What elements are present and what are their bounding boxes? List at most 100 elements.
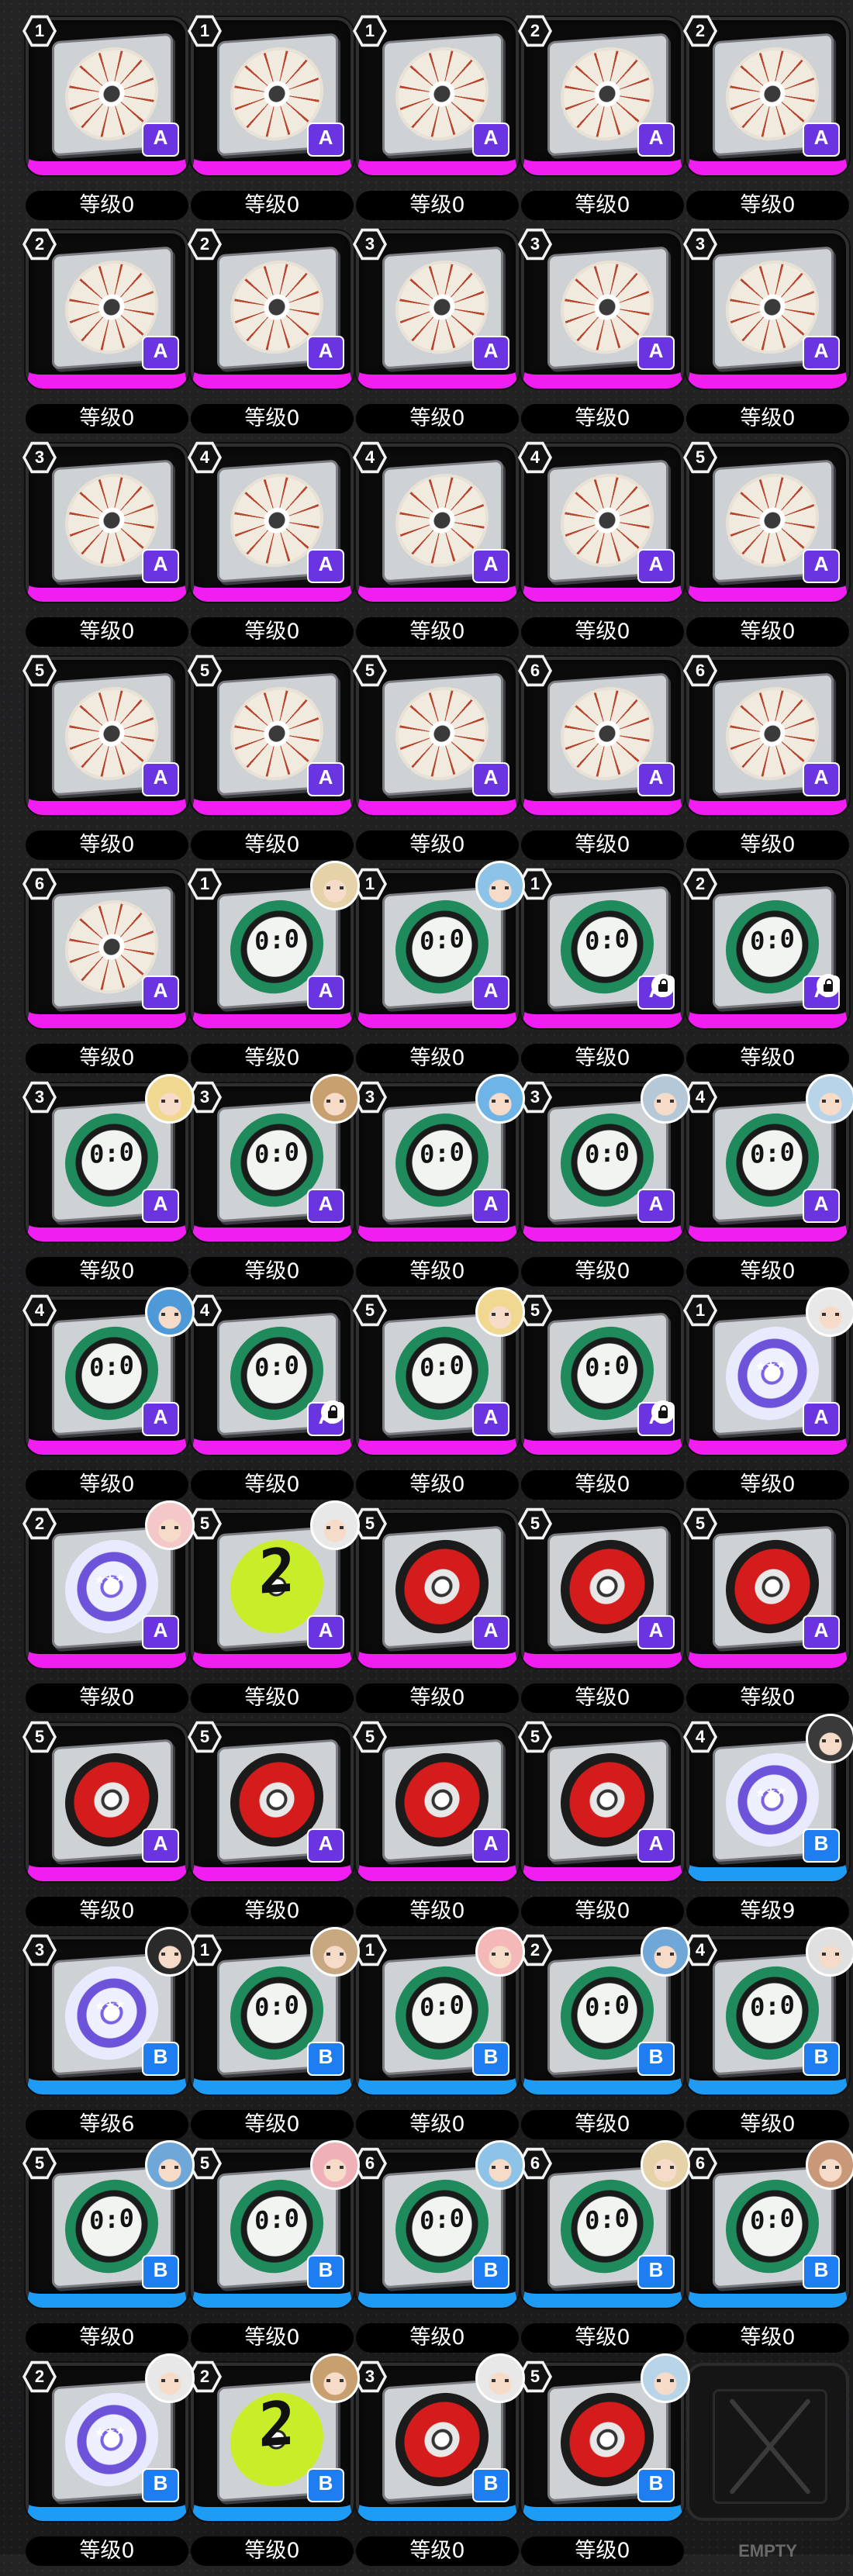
empty-slot-frame[interactable] xyxy=(686,2363,849,2521)
drive-disc-card[interactable]: ★★★ A 2 等级0 xyxy=(22,1500,195,1723)
drive-disc-card[interactable]: ★★★ B 3 等级6 xyxy=(22,1927,195,2150)
rarity-badge: A xyxy=(639,1830,673,1861)
equipped-agent-avatar xyxy=(145,2140,195,2190)
drive-disc-card[interactable]: A 5 等级0 xyxy=(353,1721,519,1936)
slot-number: 3 xyxy=(26,1937,54,1963)
drive-disc-card[interactable]: A 3 等级0 xyxy=(22,441,188,657)
drive-disc-card[interactable]: A 2 等级0 xyxy=(22,228,188,444)
drive-disc-card[interactable]: A 2 等级0 xyxy=(188,228,354,444)
disc-glyph: 0:0 xyxy=(750,1137,795,1170)
disc-glyph: 0:0 xyxy=(420,1990,464,2023)
rarity-letter: A xyxy=(318,552,333,575)
equipped-agent-avatar xyxy=(475,1287,525,1337)
drive-disc-card[interactable]: A 5 等级0 xyxy=(683,441,849,657)
avatar-face-icon xyxy=(822,2166,839,2169)
level-label: 等级0 xyxy=(356,1257,519,1286)
slot-number: 1 xyxy=(356,1937,384,1963)
level-label: 等级0 xyxy=(686,617,849,647)
drive-disc-card[interactable]: 0:0 B 5 等级0 xyxy=(188,2140,360,2363)
slot-number: 5 xyxy=(521,1724,549,1750)
drive-disc-card[interactable]: A 1 等级0 xyxy=(22,15,188,230)
drive-disc-card[interactable]: 0:0 B 5 等级0 xyxy=(22,2140,195,2363)
drive-disc-card[interactable]: ★★★ A 1 等级0 xyxy=(683,1287,853,1510)
rarity-letter: A xyxy=(153,552,168,575)
drive-disc-card[interactable]: 0:0A4等级0 xyxy=(22,1287,195,1510)
rarity-letter: A xyxy=(483,1405,499,1428)
drive-disc-card[interactable]: 2 A 5 等级0 xyxy=(188,1500,360,1723)
drive-disc-card[interactable]: ★★★ B 2 等级0 xyxy=(22,2353,195,2576)
drive-disc-card[interactable]: 0:0 B 1 等级0 xyxy=(188,1927,360,2150)
empty-slot[interactable]: EMPTY xyxy=(686,2363,849,2576)
drive-disc-card[interactable]: B 5 等级0 xyxy=(518,2353,690,2576)
slot-number: 2 xyxy=(686,18,714,44)
drive-disc-card[interactable]: 0:0 A 3 等级0 xyxy=(518,1074,690,1297)
drive-disc-card[interactable]: 0:0 A 4 等级0 xyxy=(683,1074,853,1297)
drive-disc-card[interactable]: 0:0A2等级0 xyxy=(683,868,849,1083)
drive-disc-card[interactable]: 0:0 B 6 等级0 xyxy=(518,2140,690,2363)
drive-disc-card[interactable]: 0:0A1等级0 xyxy=(518,868,684,1083)
drive-disc-card[interactable]: A 5 等级0 xyxy=(518,1721,684,1936)
rarity-letter: A xyxy=(153,1832,168,1855)
drive-disc-card[interactable]: A 5 等级0 xyxy=(22,1721,188,1936)
drive-disc-card[interactable]: A 5 等级0 xyxy=(353,1507,519,1723)
drive-disc-card[interactable]: A 5 等级0 xyxy=(22,654,188,870)
drive-disc-card[interactable]: 0:0 B 2 等级0 xyxy=(518,1927,690,2150)
drive-disc-card[interactable]: 0:0A5等级0 xyxy=(518,1294,684,1510)
drive-disc-card[interactable]: A 1 等级0 xyxy=(188,15,354,230)
disc-glyph: 0:0 xyxy=(89,2203,134,2236)
drive-disc-card[interactable]: 0:0A1等级0 xyxy=(188,861,360,1083)
slot-number: 1 xyxy=(356,871,384,897)
slot-number: 5 xyxy=(191,658,219,684)
drive-disc-card[interactable]: A 2 等级0 xyxy=(518,15,684,230)
level-label: 等级9 xyxy=(686,1897,849,1926)
drive-disc-card[interactable]: A 6 等级0 xyxy=(518,654,684,870)
slot-number: 6 xyxy=(26,871,54,897)
drive-disc-card[interactable]: 0:0 B 4 等级0 xyxy=(683,1927,853,2150)
rarity-letter: B xyxy=(483,2471,499,2495)
drive-disc-card[interactable]: A 5 等级0 xyxy=(353,654,519,870)
drive-disc-card[interactable]: B 3 等级0 xyxy=(353,2353,525,2576)
level-label: 等级0 xyxy=(521,617,684,647)
drive-disc-card[interactable]: 0:0 A 3 等级0 xyxy=(188,1074,360,1297)
drive-disc-card[interactable]: 0:0 A 3 等级0 xyxy=(22,1074,195,1297)
drive-disc-card[interactable]: A 5 等级0 xyxy=(518,1507,684,1723)
drive-disc-card[interactable]: 0:0 A 3 等级0 xyxy=(353,1074,525,1297)
rarity-badge: B xyxy=(804,1830,838,1861)
drive-disc-card[interactable]: A 4 等级0 xyxy=(188,441,354,657)
drive-disc-card[interactable]: 0:0A1等级0 xyxy=(353,861,525,1083)
drive-disc-card[interactable]: A 5 等级0 xyxy=(188,1721,354,1936)
equipped-agent-avatar xyxy=(641,1074,690,1124)
drive-disc-card[interactable]: A 6 等级0 xyxy=(683,654,849,870)
drive-disc-card[interactable]: A 5 等级0 xyxy=(188,654,354,870)
drive-disc-card[interactable]: A 2 等级0 xyxy=(683,15,849,230)
drive-disc-card[interactable]: ★★★ B 4 等级9 xyxy=(683,1714,853,1936)
avatar-face-icon xyxy=(161,2166,178,2169)
slot-number: 4 xyxy=(686,1084,714,1110)
drive-disc-card[interactable]: A 6 等级0 xyxy=(22,868,188,1083)
drive-disc-card[interactable]: 0:0 B 1 等级0 xyxy=(353,1927,525,2150)
rarity-badge: A xyxy=(143,764,178,795)
slot-number: 5 xyxy=(356,1511,384,1537)
drive-disc-card[interactable]: A 3 等级0 xyxy=(683,228,849,444)
drive-disc-card[interactable]: A 4 等级0 xyxy=(353,441,519,657)
slot-number: 3 xyxy=(356,2364,384,2390)
drive-disc-card[interactable]: 0:0A4等级0 xyxy=(188,1294,354,1510)
drive-disc-card[interactable]: 2 B 2 等级0 xyxy=(188,2353,360,2576)
drive-disc-card[interactable]: A 1 等级0 xyxy=(353,15,519,230)
rarity-badge: B xyxy=(309,2470,343,2501)
level-label: 等级0 xyxy=(686,1257,849,1286)
slot-number: 5 xyxy=(26,658,54,684)
drive-disc-card[interactable]: 0:0 B 6 等级0 xyxy=(683,2140,853,2363)
drive-disc-card[interactable]: A 5 等级0 xyxy=(683,1507,849,1723)
drive-disc-card[interactable]: A 4 等级0 xyxy=(518,441,684,657)
disc-glyph: 0:0 xyxy=(254,1350,299,1383)
drive-disc-card[interactable]: 0:0A5等级0 xyxy=(353,1287,525,1510)
equipped-agent-avatar xyxy=(641,1927,690,1977)
slot-number: 6 xyxy=(521,2150,549,2177)
avatar-face-icon xyxy=(492,886,509,889)
rarity-letter: A xyxy=(318,339,333,362)
rarity-letter: A xyxy=(813,1192,829,1215)
drive-disc-card[interactable]: A 3 等级0 xyxy=(518,228,684,444)
drive-disc-card[interactable]: 0:0 B 6 等级0 xyxy=(353,2140,525,2363)
drive-disc-card[interactable]: A 3 等级0 xyxy=(353,228,519,444)
